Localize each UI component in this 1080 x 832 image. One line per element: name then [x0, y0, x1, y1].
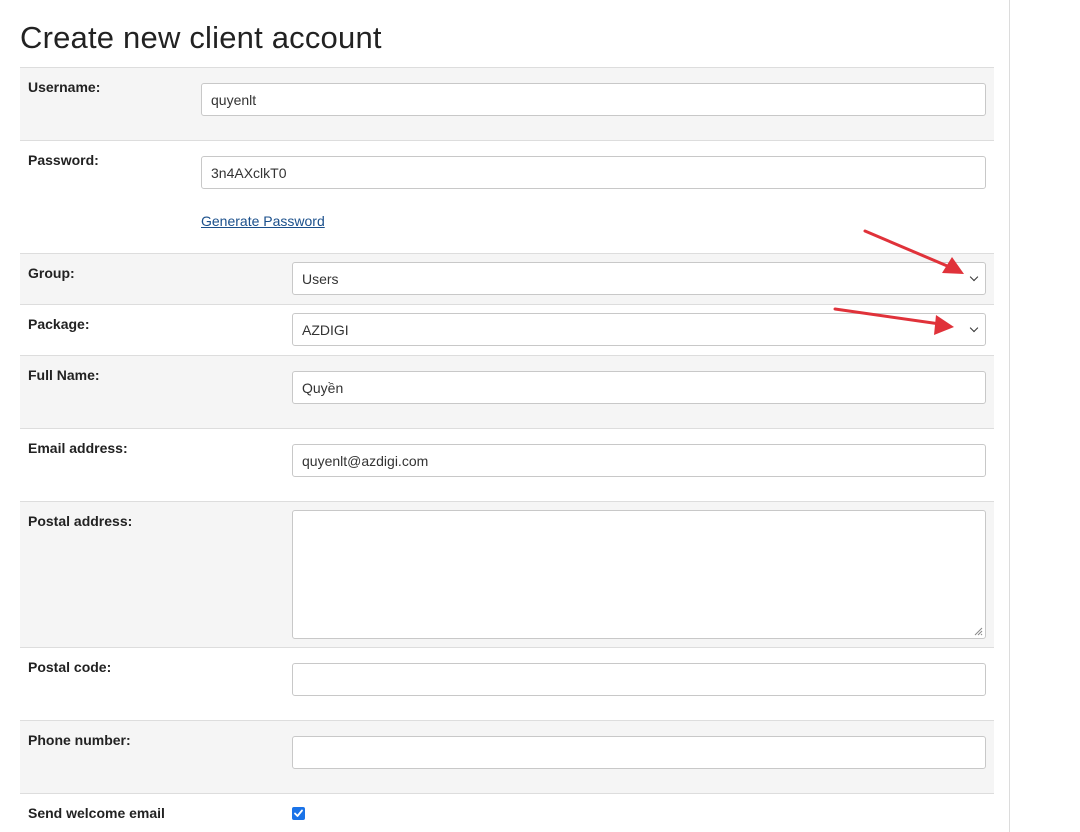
page-title: Create new client account — [20, 20, 382, 55]
username-row: Username: — [20, 68, 994, 141]
group-row: Group: Users — [20, 254, 994, 305]
group-select-value: Users — [302, 271, 339, 287]
phone-input[interactable] — [292, 736, 986, 769]
username-input[interactable] — [201, 83, 986, 116]
phone-label: Phone number: — [28, 732, 131, 748]
full-name-label: Full Name: — [28, 367, 100, 383]
chevron-down-icon — [969, 323, 979, 333]
email-label: Email address: — [28, 440, 128, 456]
postal-address-textarea[interactable] — [292, 510, 986, 639]
password-input[interactable] — [201, 156, 986, 189]
email-row: Email address: — [20, 429, 994, 502]
column-divider — [1009, 0, 1010, 832]
red-arrow-icon — [863, 229, 964, 274]
password-row: Password: Generate Password — [20, 141, 994, 254]
create-client-page: Create new client account Username: Pass… — [0, 0, 1080, 832]
resize-grip-icon[interactable] — [973, 626, 983, 636]
package-label: Package: — [28, 316, 90, 332]
welcome-email-row: Send welcome email — [20, 794, 994, 832]
postal-address-row: Postal address: — [20, 502, 994, 648]
postal-address-label: Postal address: — [28, 513, 133, 529]
email-input[interactable] — [292, 444, 986, 477]
red-arrow-icon — [833, 307, 954, 335]
client-form: Username: Password: Generate Password Gr… — [20, 67, 994, 832]
postal-code-input[interactable] — [292, 663, 986, 696]
welcome-email-label: Send welcome email — [28, 805, 165, 821]
package-select-value: AZDIGI — [302, 322, 349, 338]
generate-password-link[interactable]: Generate Password — [201, 213, 325, 229]
username-label: Username: — [28, 79, 101, 95]
postal-code-label: Postal code: — [28, 659, 112, 675]
check-icon — [294, 809, 303, 817]
password-label: Password: — [28, 152, 99, 168]
phone-row: Phone number: — [20, 721, 994, 794]
full-name-input[interactable] — [292, 371, 986, 404]
welcome-email-checkbox[interactable] — [292, 807, 305, 820]
full-name-row: Full Name: — [20, 356, 994, 429]
postal-code-row: Postal code: — [20, 648, 994, 721]
group-label: Group: — [28, 265, 75, 281]
